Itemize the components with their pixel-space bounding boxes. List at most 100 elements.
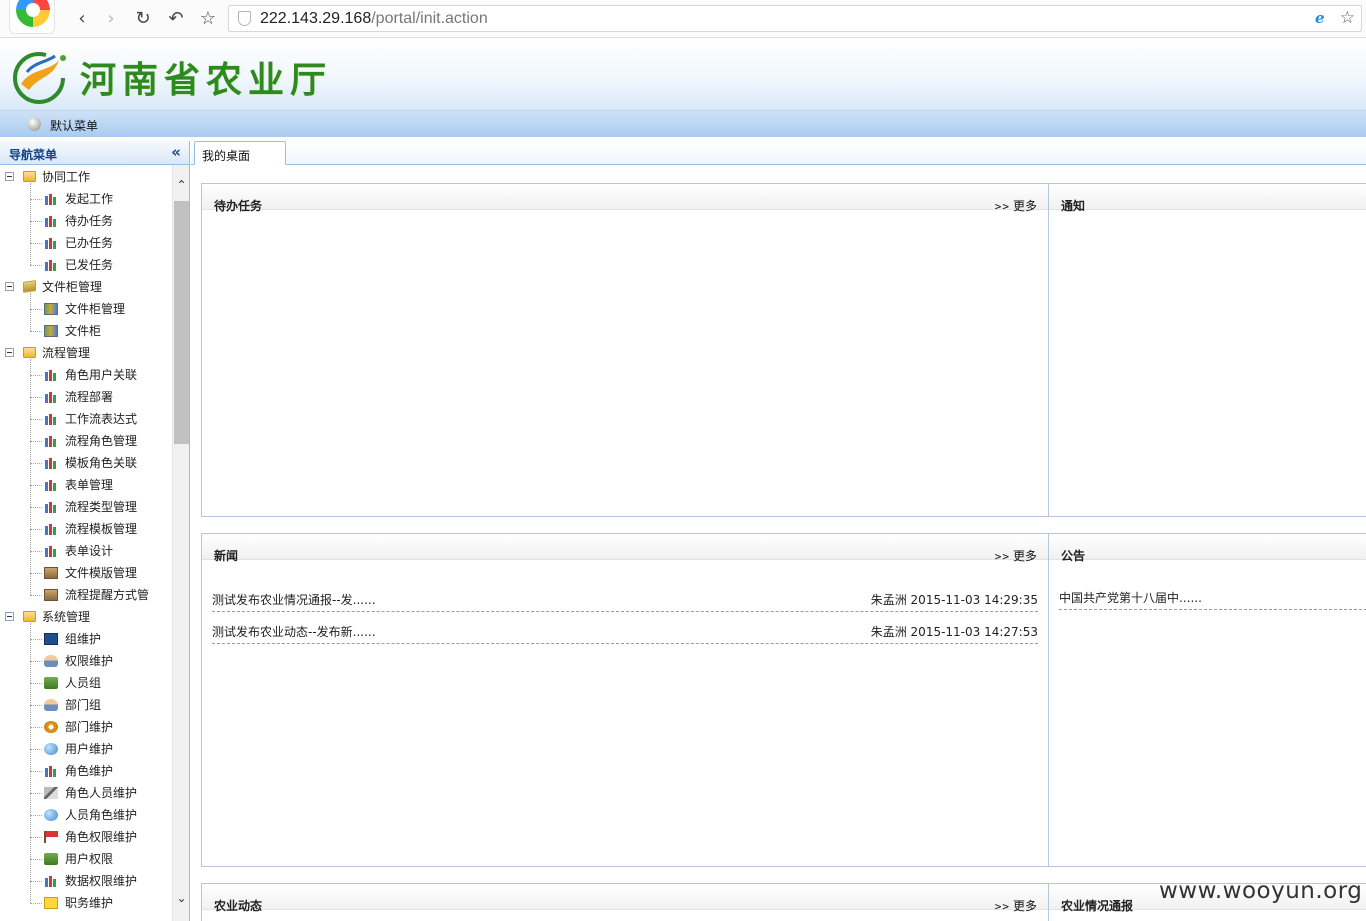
tree-item-label[interactable]: 角色维护: [65, 760, 113, 782]
news-row[interactable]: 测试发布农业动态--发布新...... 朱孟洲 2015-11-03 14:27…: [212, 616, 1038, 644]
tree-item[interactable]: 职务维护: [0, 892, 172, 914]
tree-item-label[interactable]: 角色用户关联: [65, 364, 137, 386]
tree-item[interactable]: 组维护: [0, 628, 172, 650]
tree-item-label[interactable]: 流程模板管理: [65, 518, 137, 540]
tree-item-label[interactable]: 模板角色关联: [65, 452, 137, 474]
reload-button[interactable]: ↻: [132, 8, 154, 30]
tree-item-label[interactable]: 职务维护: [65, 892, 113, 914]
tree-item[interactable]: 文件柜: [0, 320, 172, 342]
tree-item[interactable]: 角色维护: [0, 760, 172, 782]
collapse-sidebar-icon[interactable]: «: [171, 143, 181, 161]
tree-item[interactable]: 流程类型管理: [0, 496, 172, 518]
tree-item[interactable]: 部门组: [0, 694, 172, 716]
tree-item[interactable]: 权限维护: [0, 650, 172, 672]
tree-group[interactable]: 流程管理: [0, 342, 172, 364]
tree-item[interactable]: 流程角色管理: [0, 430, 172, 452]
more-link[interactable]: >> 更多: [995, 897, 1037, 914]
tree-item[interactable]: 角色用户关联: [0, 364, 172, 386]
tree-item-label[interactable]: 人员角色维护: [65, 804, 137, 826]
tree-item-label[interactable]: 用户权限: [65, 848, 113, 870]
tree-item-label[interactable]: 角色权限维护: [65, 826, 137, 848]
sidebar-scrollbar[interactable]: ⌃ ⌄: [172, 165, 189, 921]
tree-item[interactable]: 已办任务: [0, 232, 172, 254]
scroll-up-icon[interactable]: ⌃: [174, 177, 189, 194]
collapse-toggle-icon[interactable]: [5, 612, 14, 621]
tree-item-label[interactable]: 权限维护: [65, 650, 113, 672]
more-link[interactable]: >> 更多: [995, 547, 1037, 564]
tree-item-label[interactable]: 文件模版管理: [65, 562, 137, 584]
tree-item[interactable]: 发起工作: [0, 188, 172, 210]
tree-item-label[interactable]: 部门组: [65, 694, 101, 716]
tree-item[interactable]: 用户维护: [0, 738, 172, 760]
tree-item[interactable]: 流程部署: [0, 386, 172, 408]
tree-item-label[interactable]: 用户维护: [65, 738, 113, 760]
tree-group-label[interactable]: 流程管理: [42, 342, 90, 364]
more-link[interactable]: >> 更多: [995, 197, 1037, 214]
tree-item[interactable]: 待办任务: [0, 210, 172, 232]
tree-item-label[interactable]: 工作流表达式: [65, 408, 137, 430]
bookmark-star-button[interactable]: ☆: [197, 8, 219, 30]
back-button[interactable]: ‹: [71, 8, 93, 30]
tree-item[interactable]: 流程提醒方式管: [0, 584, 172, 606]
address-bar[interactable]: 222.143.29.168/portal/init.action e ☆: [228, 5, 1362, 32]
announcement-title[interactable]: 中国共产党第十八届中......: [1059, 589, 1202, 606]
tree-group-label[interactable]: 协同工作: [42, 166, 90, 188]
scroll-thumb[interactable]: [174, 201, 189, 444]
tree-item[interactable]: 人员角色维护: [0, 804, 172, 826]
tree-item[interactable]: 文件模版管理: [0, 562, 172, 584]
tree-group-label[interactable]: 系统管理: [42, 606, 90, 628]
tree-item[interactable]: 用户权限: [0, 848, 172, 870]
tree-item-label[interactable]: 组维护: [65, 628, 101, 650]
tree-item-label[interactable]: 文件柜: [65, 320, 101, 342]
tree-item-label[interactable]: 已办任务: [65, 232, 113, 254]
forward-button[interactable]: ›: [100, 8, 122, 30]
tree-item-label[interactable]: 流程类型管理: [65, 496, 137, 518]
book-dark-icon: [44, 633, 58, 645]
undo-close-button[interactable]: ↶: [165, 8, 187, 30]
tree-item-label[interactable]: 角色人员维护: [65, 782, 137, 804]
tree-item-label[interactable]: 数据权限维护: [65, 870, 137, 892]
favorite-star-icon[interactable]: ☆: [1340, 8, 1355, 28]
tree-group[interactable]: 协同工作: [0, 166, 172, 188]
url-text[interactable]: 222.143.29.168/portal/init.action: [260, 10, 488, 28]
news-row[interactable]: 测试发布农业情况通报--发...... 朱孟洲 2015-11-03 14:29…: [212, 584, 1038, 612]
browser-logo-icon[interactable]: [9, 0, 55, 34]
tree-item[interactable]: 模板角色关联: [0, 452, 172, 474]
tree-item-label[interactable]: 文件柜管理: [65, 298, 125, 320]
tree-item[interactable]: 表单设计: [0, 540, 172, 562]
tree-item[interactable]: 人员组: [0, 672, 172, 694]
news-title[interactable]: 测试发布农业情况通报--发......: [212, 591, 376, 608]
tree-item-label[interactable]: 表单设计: [65, 540, 113, 562]
tree-item-label[interactable]: 人员组: [65, 672, 101, 694]
tree-item-label[interactable]: 待办任务: [65, 210, 113, 232]
default-menu-link[interactable]: 默认菜单: [50, 117, 98, 134]
tree-group[interactable]: 文件柜管理: [0, 276, 172, 298]
tree-item[interactable]: 流程模板管理: [0, 518, 172, 540]
tree-item-label[interactable]: 发起工作: [65, 188, 113, 210]
announcement-row[interactable]: 中国共产党第十八届中......: [1059, 582, 1366, 610]
collapse-toggle-icon[interactable]: [5, 172, 14, 181]
tree-item[interactable]: 已发任务: [0, 254, 172, 276]
tree-item[interactable]: 表单管理: [0, 474, 172, 496]
tree-item-label[interactable]: 已发任务: [65, 254, 113, 276]
tree-item[interactable]: 角色人员维护: [0, 782, 172, 804]
tree-group-label[interactable]: 文件柜管理: [42, 276, 102, 298]
tree-item-label[interactable]: 表单管理: [65, 474, 113, 496]
tree-item[interactable]: 工作流表达式: [0, 408, 172, 430]
ie-compat-icon[interactable]: e: [1315, 10, 1331, 26]
tree-item-label[interactable]: 流程部署: [65, 386, 113, 408]
tree-item-label[interactable]: 流程提醒方式管: [65, 584, 149, 606]
tree-item-label[interactable]: 部门维护: [65, 716, 113, 738]
tree-item-label[interactable]: 流程角色管理: [65, 430, 137, 452]
cabinet-folder-icon: [23, 280, 36, 293]
tree-item[interactable]: 角色权限维护: [0, 826, 172, 848]
tree-item[interactable]: 文件柜管理: [0, 298, 172, 320]
collapse-toggle-icon[interactable]: [5, 348, 14, 357]
collapse-toggle-icon[interactable]: [5, 282, 14, 291]
tree-item[interactable]: 部门维护: [0, 716, 172, 738]
tree-item[interactable]: 数据权限维护: [0, 870, 172, 892]
news-title[interactable]: 测试发布农业动态--发布新......: [212, 623, 376, 640]
tab-my-desktop[interactable]: 我的桌面: [194, 141, 286, 165]
tree-group[interactable]: 系统管理: [0, 606, 172, 628]
scroll-down-icon[interactable]: ⌄: [174, 890, 189, 907]
